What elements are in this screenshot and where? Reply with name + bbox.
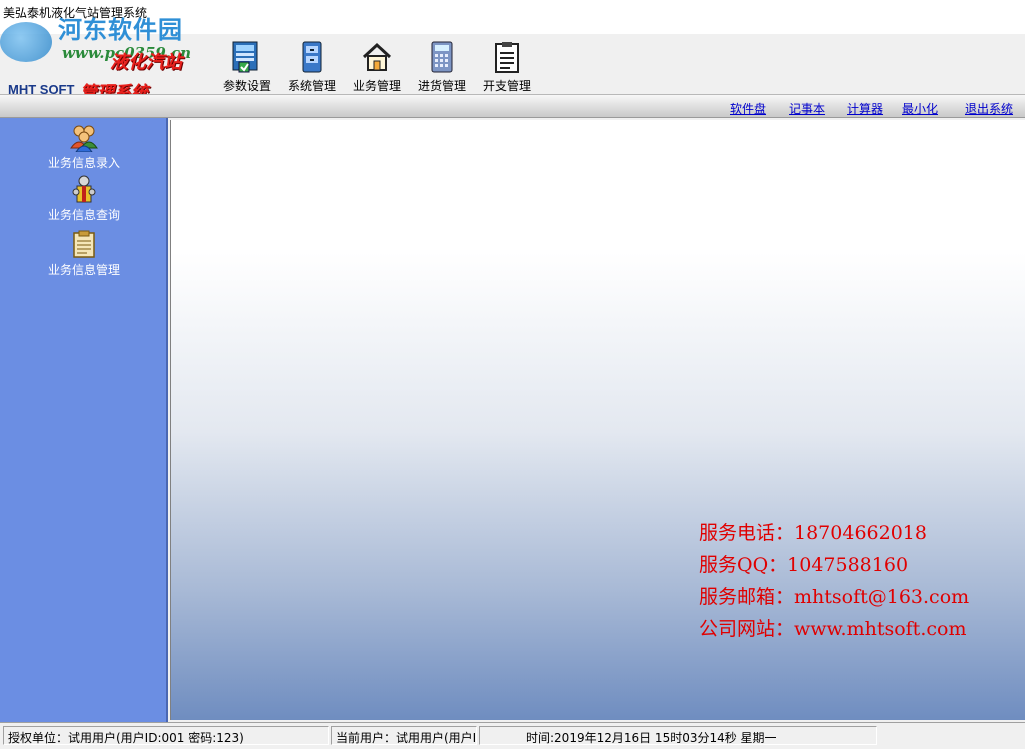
- link-exit-system[interactable]: 退出系统: [965, 100, 1013, 117]
- quick-link-bar: 软件盘 记事本 计算器 最小化 退出系统: [0, 94, 1025, 118]
- sidebar-item-business-entry[interactable]: 业务信息录入: [0, 122, 168, 171]
- link-calculator[interactable]: 计算器: [847, 100, 883, 117]
- status-bar: 授权单位：试用用户(用户ID:001 密码:123) 当前用户：试用用户(用户I…: [0, 722, 1025, 749]
- link-notepad[interactable]: 记事本: [789, 100, 825, 117]
- toolbar-expense-label: 开支管理: [482, 79, 531, 93]
- clipboard-icon: [73, 230, 95, 258]
- toolbar-system-button[interactable]: 系统管理: [282, 40, 342, 94]
- sidebar-label-business-entry: 业务信息录入: [47, 156, 120, 170]
- status-authorized-org: 授权单位：试用用户(用户ID:001 密码:123): [3, 726, 329, 745]
- service-phone: 服务电话：18704662018: [699, 522, 927, 544]
- sidebar-item-business-query[interactable]: 业务信息查询: [0, 174, 168, 223]
- toolbar-purchase-label: 进货管理: [417, 79, 466, 93]
- service-qq: 服务QQ：1047588160: [699, 554, 909, 576]
- link-minimize[interactable]: 最小化: [902, 100, 938, 117]
- sidebar-label-business-query: 业务信息查询: [47, 208, 120, 222]
- status-time: 时间:2019年12月16日 15时03分14秒 星期一: [479, 726, 877, 745]
- toolbar-system-label: 系统管理: [287, 79, 336, 93]
- toolbar-settings-label: 参数设置: [222, 79, 271, 93]
- house-icon: [362, 42, 392, 71]
- sidebar: 业务信息录入 业务信息查询 业务信息管理: [0, 118, 168, 722]
- company-website: 公司网站：www.mhtsoft.com: [699, 618, 967, 640]
- calculator-icon: [431, 41, 453, 73]
- main-content: 服务电话：18704662018 服务QQ：1047588160 服务邮箱：mh…: [170, 120, 1025, 720]
- toolbar-purchase-button[interactable]: 进货管理: [412, 40, 472, 94]
- logo-product-line: 液化汽站: [110, 52, 182, 73]
- app-logo: 河东软件园 www.pc0359.cn 液化汽站 MHT SOFT 管理系统: [0, 8, 215, 103]
- users-group-icon: [70, 125, 98, 152]
- settings-panel-icon: [232, 41, 258, 73]
- service-email: 服务邮箱：mhtsoft@163.com: [699, 586, 970, 608]
- toolbar-expense-button[interactable]: 开支管理: [477, 40, 537, 94]
- sidebar-label-business-manage: 业务信息管理: [47, 263, 120, 277]
- toolbar-business-button[interactable]: 业务管理: [347, 40, 407, 94]
- link-soft-keyboard[interactable]: 软件盘: [730, 100, 766, 117]
- user-search-icon: [72, 175, 96, 203]
- toolbar-settings-button[interactable]: 参数设置: [217, 40, 277, 94]
- file-cabinet-icon: [302, 41, 322, 73]
- watermark-logo-icon: [0, 22, 52, 62]
- clipboard-icon: [495, 42, 519, 73]
- sidebar-item-business-manage[interactable]: 业务信息管理: [0, 229, 168, 278]
- toolbar-business-label: 业务管理: [352, 79, 401, 93]
- status-current-user: 当前用户：试用用户(用户ID:001): [331, 726, 477, 745]
- watermark-site-name: 河东软件园: [58, 15, 183, 44]
